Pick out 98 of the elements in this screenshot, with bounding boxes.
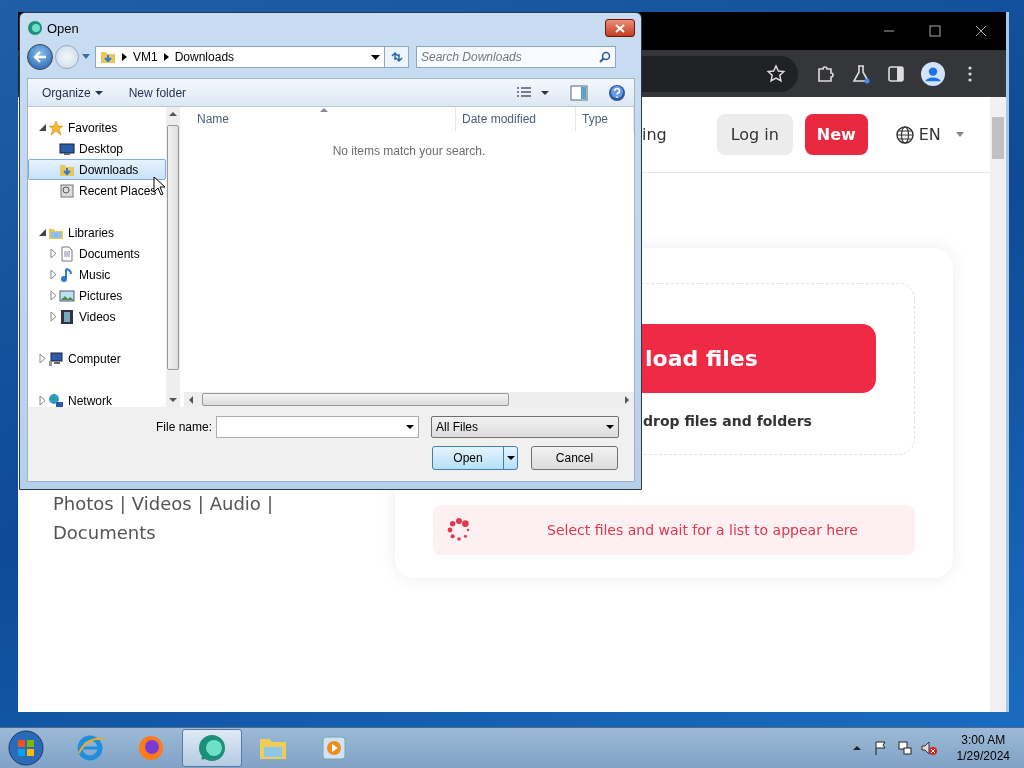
expand-arrow-icon[interactable] [49, 249, 58, 258]
flag-icon[interactable] [872, 740, 889, 756]
nav-tree-item[interactable]: Computer [28, 348, 167, 369]
empty-message: No items match your search. [331, 144, 487, 158]
expand-arrow-icon[interactable] [49, 291, 58, 300]
column-header[interactable]: Type [576, 107, 634, 131]
avatar-icon[interactable] [921, 61, 945, 86]
nav-tree-item[interactable]: Pictures [28, 285, 167, 306]
star-icon[interactable] [766, 63, 786, 84]
computer-icon [48, 350, 64, 367]
open-button[interactable]: Open [432, 446, 518, 470]
caret-icon[interactable] [371, 54, 380, 60]
nav-tree-item[interactable]: Network [28, 390, 167, 411]
downloads-icon [100, 49, 116, 65]
flask-icon[interactable] [851, 63, 871, 84]
search-field[interactable]: Search Downloads [416, 46, 616, 68]
dialog-title: Open [47, 20, 79, 36]
start-button[interactable] [6, 728, 46, 768]
browser-logo [136, 733, 166, 763]
preview-pane-icon[interactable] [570, 84, 588, 101]
history-caret-icon[interactable] [81, 54, 91, 60]
volume-muted-icon[interactable] [920, 740, 937, 756]
category-link[interactable]: Audio [209, 493, 261, 514]
expand-arrow-icon[interactable] [38, 396, 47, 405]
sort-arrow-icon [320, 107, 328, 112]
nav-tree-item[interactable]: Libraries [28, 222, 167, 243]
play-icon [319, 733, 349, 763]
caret-icon[interactable] [506, 456, 515, 460]
favorites-icon [48, 119, 64, 136]
clock-time[interactable]: 3:00 AM [961, 732, 1006, 748]
file-name-label: File name: [154, 420, 213, 434]
category-link[interactable]: Documents [53, 522, 156, 543]
nav-tree-item[interactable]: Videos [28, 306, 167, 327]
cancel-button[interactable]: Cancel [531, 446, 618, 470]
back-button[interactable] [27, 44, 53, 70]
windows-logo [6, 728, 46, 768]
scrollbar[interactable] [990, 97, 1006, 712]
nav-tree-item[interactable]: Favorites [28, 117, 167, 138]
toolbar-button[interactable]: New folder [122, 82, 193, 103]
nav-tree-item[interactable]: Documents [28, 243, 167, 264]
recent-icon [59, 182, 75, 199]
nav-tree-item[interactable]: Music [28, 264, 167, 285]
desktop-icon [59, 140, 75, 157]
refresh-icon [389, 51, 404, 63]
chevron-icon[interactable] [122, 53, 127, 61]
browser-logo [75, 733, 105, 763]
expand-arrow-icon[interactable] [49, 312, 58, 321]
spinner-icon [447, 518, 471, 542]
help-icon[interactable] [608, 83, 626, 102]
pictures-icon [59, 287, 75, 304]
app-icon [27, 20, 43, 36]
side-panel-icon[interactable] [886, 63, 906, 84]
category-link[interactable]: Photos [53, 493, 114, 514]
refresh-button[interactable] [385, 46, 409, 68]
app-logo [197, 733, 227, 763]
globe-icon[interactable] [894, 124, 915, 145]
music-icon [59, 266, 75, 283]
view-options-icon[interactable] [516, 85, 550, 100]
collapse-arrow-icon[interactable] [38, 228, 47, 237]
language-selector[interactable]: EN [918, 125, 941, 144]
nav-link[interactable]: ing [642, 125, 667, 144]
category-link[interactable]: Videos [131, 493, 192, 514]
taskbar-app[interactable] [182, 729, 242, 767]
link-separator: | [266, 493, 273, 514]
network-icon[interactable] [896, 740, 913, 756]
scrollbar[interactable] [184, 392, 634, 407]
address-bar[interactable]: VM1 Downloads [95, 46, 385, 68]
file-type-dropdown[interactable]: All Files [431, 416, 619, 438]
caret-icon[interactable] [606, 425, 614, 429]
videos-icon [59, 308, 75, 325]
login-button[interactable]: Log in [716, 114, 793, 155]
puzzle-icon[interactable] [816, 63, 836, 84]
collapse-arrow-icon[interactable] [38, 123, 47, 132]
expand-arrow-icon[interactable] [38, 354, 47, 363]
file-name-field[interactable] [216, 416, 419, 438]
column-header[interactable]: Name [184, 107, 456, 131]
toolbar-button[interactable]: Organize [36, 82, 109, 103]
close-button[interactable] [605, 19, 635, 37]
nav-tree-item[interactable]: Downloads [28, 159, 167, 180]
nav-tree-item[interactable]: Desktop [28, 138, 167, 159]
search-icon[interactable] [599, 51, 611, 63]
expand-arrow-icon[interactable] [49, 270, 58, 279]
status-message: Select files and wait for a list to appear here [547, 522, 858, 538]
documents-icon [59, 245, 75, 262]
drop-hint: drop files and folders [643, 413, 813, 429]
network-icon [48, 392, 64, 409]
link-separator: | [119, 493, 126, 514]
link-separator: | [197, 493, 204, 514]
caret-icon[interactable] [406, 425, 414, 429]
back-arrow-icon [33, 51, 47, 63]
breadcrumb[interactable]: Downloads [174, 50, 235, 64]
scrollbar[interactable] [166, 107, 180, 407]
clock-date[interactable]: 1/29/2024 [956, 748, 1010, 764]
close-icon [615, 23, 625, 33]
new-button[interactable]: New [804, 114, 868, 155]
breadcrumb[interactable]: VM1 [133, 50, 158, 64]
chevron-icon[interactable] [163, 53, 169, 61]
column-header[interactable]: Date modified [456, 107, 576, 131]
